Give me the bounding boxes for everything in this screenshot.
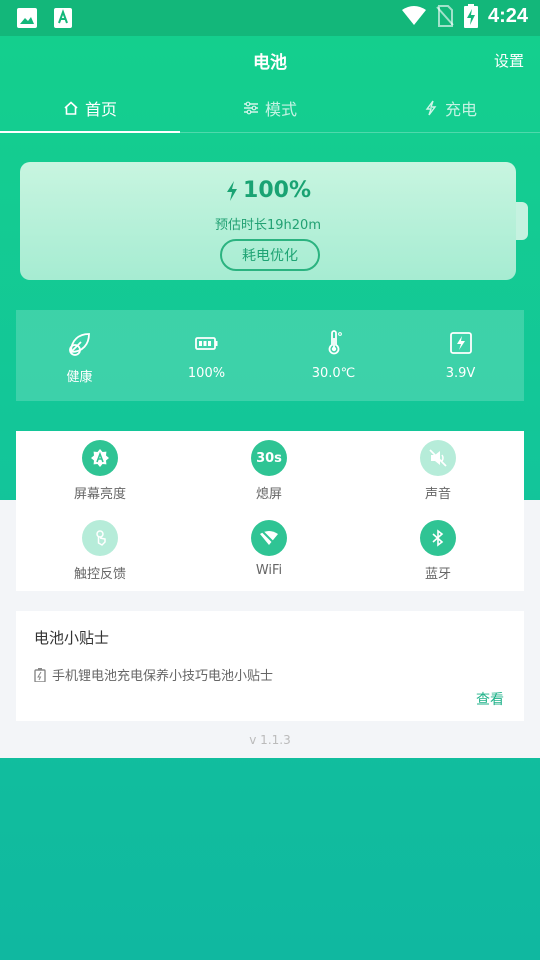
quick-brightness[interactable]: 屏幕亮度 [16,440,184,502]
battery-percent-value: 100% [243,178,311,203]
tips-card: 电池小贴士 手机锂电池充电保养小技巧电池小贴士 查看 [16,611,524,721]
battery-stats: 健康 100% 30.0℃ 3.9V [16,310,524,401]
bluetooth-icon [432,529,444,547]
quick-label: 蓝牙 [424,567,451,582]
quick-label: 触控反馈 [73,567,126,582]
clock: 4:24 [487,4,528,27]
tab-charge[interactable]: 充电 [360,84,540,132]
bolt-icon [425,100,437,116]
quick-label: 熄屏 [255,487,282,502]
settings-button[interactable]: 设置 [494,50,524,71]
stat-value: 健康 [66,370,93,385]
view-button[interactable]: 查看 [476,689,504,709]
battery-icon [194,337,217,350]
app-bar: 电池 设置 [0,36,540,84]
battery-card: 100% 预估时长19h20m 耗电优化 [20,162,516,280]
touch-icon [96,530,106,546]
image-icon [17,8,37,28]
brightness-icon [91,449,109,467]
thermometer-icon [328,330,342,355]
brightness-toggle[interactable] [82,440,118,476]
home-icon [64,101,78,115]
quick-screen-timeout[interactable]: 30s 熄屏 [185,440,353,502]
tab-label: 模式 [264,100,297,119]
stat-value: 3.9V [445,366,476,381]
sound-toggle[interactable] [420,440,456,476]
stat-level: 100% [143,310,270,401]
sound-off-icon [429,449,447,467]
version-label: v 1.1.3 [249,733,291,747]
font-a-icon [54,8,72,28]
status-bar: 4:24 [0,0,540,36]
quick-settings-panel: 屏幕亮度 30s 熄屏 声音 触控反馈 WiFi 蓝牙 [16,431,524,591]
wifi-off-icon [260,530,278,546]
page-title: 电池 [253,53,287,73]
stat-voltage: 3.9V [397,310,524,401]
quick-bluetooth[interactable]: 蓝牙 [354,520,522,582]
tab-home[interactable]: 首页 [0,84,180,133]
stat-value: 30.0℃ [311,366,356,381]
voltage-icon [449,332,472,354]
stat-health: 健康 [16,310,143,401]
haptics-toggle[interactable] [82,520,118,556]
tips-article-title: 手机锂电池充电保养小技巧电池小贴士 [52,669,274,684]
estimated-time: 预估时长19h20m [215,218,321,233]
optimize-button[interactable]: 耗电优化 [220,239,320,271]
quick-label: 屏幕亮度 [73,487,126,502]
tab-mode[interactable]: 模式 [180,84,360,132]
wifi-icon [401,6,426,25]
stat-temperature: 30.0℃ [270,310,397,401]
tab-label: 首页 [84,100,117,119]
stat-value: 100% [187,366,226,381]
quick-label: WiFi [255,563,283,578]
quick-haptics[interactable]: 触控反馈 [16,520,184,582]
quick-wifi[interactable]: WiFi [185,520,353,578]
bluetooth-toggle[interactable] [420,520,456,556]
sliders-icon [243,101,258,115]
tips-title: 电池小贴士 [34,629,110,647]
no-sim-icon [436,5,454,27]
tab-label: 充电 [444,100,477,119]
bolt-icon [227,180,238,201]
wifi-toggle[interactable] [251,520,287,556]
quick-label: 声音 [424,487,451,502]
battery-percent: 100% [20,178,516,203]
tab-bar: 首页 模式 充电 [0,84,540,133]
battery-charging-icon [463,4,478,28]
leaf-icon [68,333,90,356]
tips-article-link[interactable]: 手机锂电池充电保养小技巧电池小贴士 [34,665,273,684]
screen-timeout-toggle[interactable]: 30s [251,440,287,476]
quick-sound[interactable]: 声音 [354,440,522,502]
battery-icon [34,667,46,682]
